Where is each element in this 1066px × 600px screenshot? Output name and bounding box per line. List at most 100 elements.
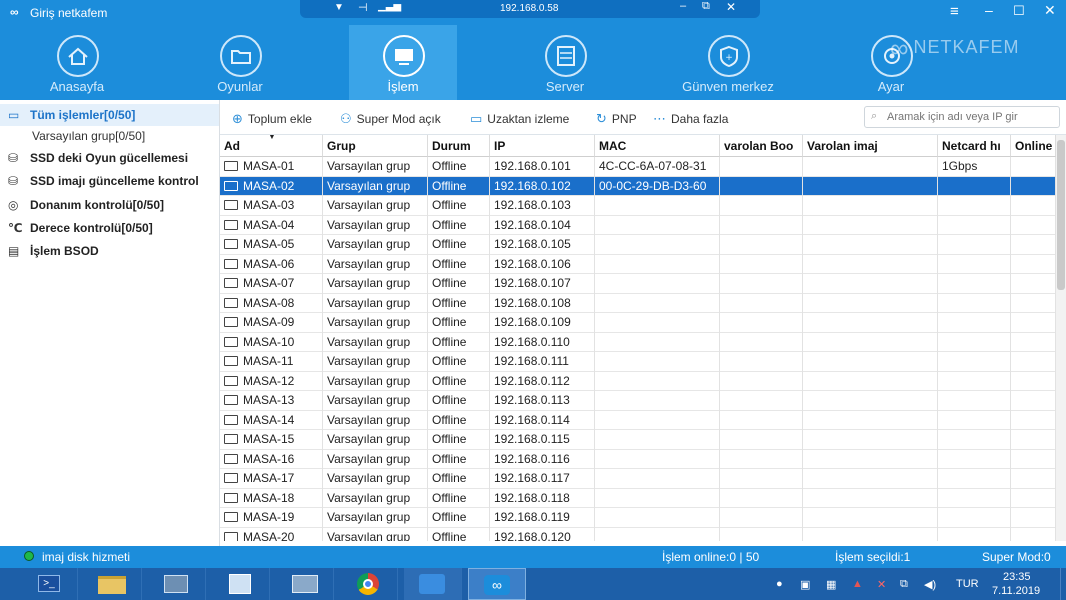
search-box[interactable]: ⌕ [864,106,1060,128]
tab-anasayfa[interactable]: Anasayfa [23,25,131,100]
cell-ip: 192.168.0.120 [490,527,595,541]
table-row[interactable]: MASA-15 Varsayılan grup Offline 192.168.0.1… [220,430,1056,450]
column-header[interactable]: IP [490,135,595,157]
table-row[interactable]: MASA-08 Varsayılan grup Offline 192.168.0.1… [220,293,1056,313]
sidebar-item-islem-bsod[interactable]: ▤ İşlem BSOD [0,240,219,262]
table-row[interactable]: MASA-09 Varsayılan grup Offline 192.168.0.1… [220,313,1056,333]
cell-empty [803,157,938,177]
table-row[interactable]: MASA-19 Varsayılan grup Offline 192.168.0.1… [220,508,1056,528]
tab-islem[interactable]: İşlem [349,25,457,100]
ssd-icon: ⛁ [8,151,19,165]
tray-green-icon[interactable]: ● [776,578,783,590]
language-indicator[interactable]: TUR [956,578,979,590]
remote-restore-button[interactable]: ⧉ [702,0,710,13]
remote-minimize-button[interactable]: – [680,0,686,12]
pin-icon[interactable]: ⊣ [358,1,368,14]
table-row[interactable]: MASA-16 Varsayılan grup Offline 192.168.0.1… [220,449,1056,469]
table-row[interactable]: MASA-12 Varsayılan grup Offline 192.168.0.1… [220,371,1056,391]
folder-icon [220,35,262,77]
table-row[interactable]: MASA-02 Varsayılan grup Offline 192.168.0.1… [220,176,1056,196]
tray-network-icon[interactable]: ⧉ [900,578,908,591]
more-button[interactable]: ⋯ Daha fazla [653,111,728,127]
remote-monitor-button[interactable]: ▭ Uzaktan izleme [470,111,569,127]
table-row[interactable]: MASA-10 Varsayılan grup Offline 192.168.0.1… [220,332,1056,352]
network-taskbar-icon[interactable] [148,568,206,600]
sidebar-item-donanim-kontrolu[interactable]: ◎ Donanım kontrolü[0/50] [0,194,219,216]
clock-date[interactable]: 7.11.2019 [992,585,1040,597]
cell-name-text: MASA-10 [243,334,295,349]
table-row[interactable]: MASA-11 Varsayılan grup Offline 192.168.0.1… [220,352,1056,372]
column-header[interactable]: MAC [595,135,720,157]
server-manager-taskbar-icon[interactable] [212,568,270,600]
notepad-taskbar-icon[interactable] [404,568,462,600]
cell-group: Varsayılan grup [323,157,428,177]
tray-alert-icon[interactable]: ▲ [852,578,863,590]
column-header[interactable]: Grup [323,135,428,157]
sidebar-item-varsayilan-grup[interactable]: Varsayılan grup[0/50] [0,125,219,147]
hardware-icon: ◎ [8,198,19,212]
chrome-taskbar-icon[interactable] [340,568,398,600]
cell-status: Offline [428,235,490,255]
column-header[interactable]: Online [1011,135,1056,157]
powershell-taskbar-icon[interactable]: >_ [20,568,78,600]
column-header[interactable]: Durum [428,135,490,157]
cell-netcard [938,508,1011,528]
tray-app-icon[interactable]: ▣ [800,578,810,591]
table-row[interactable]: MASA-05 Varsayılan grup Offline 192.168.0.1… [220,235,1056,255]
table-row[interactable]: MASA-07 Varsayılan grup Offline 192.168.0.1… [220,274,1056,294]
sidebar-item-derece-kontrolu[interactable]: ℃ Derece kontrolü[0/50] [0,217,219,239]
tray-table-icon[interactable]: ▦ [826,578,836,591]
more-icon: ⋯ [653,111,666,126]
sidebar-item-tum-islemler[interactable]: ▭ Tüm işlemler[0/50] [0,104,219,126]
cell-empty [1011,293,1056,313]
cell-name: MASA-07 [220,274,323,294]
scrollbar-thumb[interactable] [1057,140,1065,290]
cell-empty [1011,235,1056,255]
tab-server[interactable]: Server [511,25,619,100]
cell-mac: 00-0C-29-DB-D3-60 [595,176,720,196]
computer-icon [224,239,238,249]
close-button[interactable]: ✕ [1044,2,1056,19]
cell-netcard [938,176,1011,196]
table-row[interactable]: MASA-14 Varsayılan grup Offline 192.168.0.1… [220,410,1056,430]
sidebar-item-ssd-oyun-guncelleme[interactable]: ⛁ SSD deki Oyun gücellemesi [0,147,219,169]
table-row[interactable]: MASA-04 Varsayılan grup Offline 192.168.0.1… [220,215,1056,235]
action-toolbar: ⊕ Toplum ekle ⚇ Super Mod açık ▭ Uzaktan iz… [220,100,1066,135]
show-desktop-button[interactable] [1060,568,1066,600]
menu-button[interactable]: ≡ [950,3,959,20]
pnp-button[interactable]: ↻ PNP [596,111,637,127]
search-input[interactable] [887,109,1057,125]
cell-empty [720,508,803,528]
table-row[interactable]: MASA-18 Varsayılan grup Offline 192.168.0.1… [220,488,1056,508]
table-row[interactable]: MASA-13 Varsayılan grup Offline 192.168.0.1… [220,391,1056,411]
dropdown-arrow-icon[interactable]: ▼ [334,2,344,13]
cell-name: MASA-01 [220,157,323,177]
minimize-button[interactable]: – [985,2,993,18]
table-row[interactable]: MASA-20 Varsayılan grup Offline 192.168.0.1… [220,527,1056,541]
cell-netcard [938,430,1011,450]
computer-icon [224,161,238,171]
cell-group: Varsayılan grup [323,391,428,411]
table-row[interactable]: MASA-06 Varsayılan grup Offline 192.168.0.1… [220,254,1056,274]
column-header[interactable]: Varolan imaj [803,135,938,157]
vertical-scrollbar[interactable] [1056,135,1066,541]
volume-icon[interactable]: ◀) [924,578,936,591]
netkafem-taskbar-icon[interactable]: ∞ [468,568,526,600]
super-mode-button[interactable]: ⚇ Super Mod açık [340,111,441,127]
sidebar-item-ssd-imaj-guncelleme[interactable]: ⛁ SSD imajı güncelleme kontrol [0,170,219,192]
tab-oyunlar[interactable]: Oyunlar [186,25,294,100]
table-row[interactable]: MASA-01 Varsayılan grup Offline 192.168.0.1… [220,157,1056,177]
tray-red-x-icon[interactable]: ✕ [877,578,886,591]
table-row[interactable]: MASA-03 Varsayılan grup Offline 192.168.0.1… [220,196,1056,216]
add-group-button[interactable]: ⊕ Toplum ekle [232,111,312,127]
remote-desktop-taskbar-icon[interactable] [276,568,334,600]
maximize-button[interactable]: ☐ [1013,3,1025,19]
column-header[interactable]: Netcard hı [938,135,1011,157]
shield-icon: + [708,35,750,77]
tab-guvenlik-merkezi[interactable]: + Günven merkez [674,25,782,100]
remote-close-button[interactable]: ✕ [726,0,736,14]
file-explorer-taskbar-icon[interactable] [84,568,142,600]
clock-time[interactable]: 23:35 [1003,571,1031,583]
column-header[interactable]: varolan Boo [720,135,803,157]
table-row[interactable]: MASA-17 Varsayılan grup Offline 192.168.0.1… [220,469,1056,489]
